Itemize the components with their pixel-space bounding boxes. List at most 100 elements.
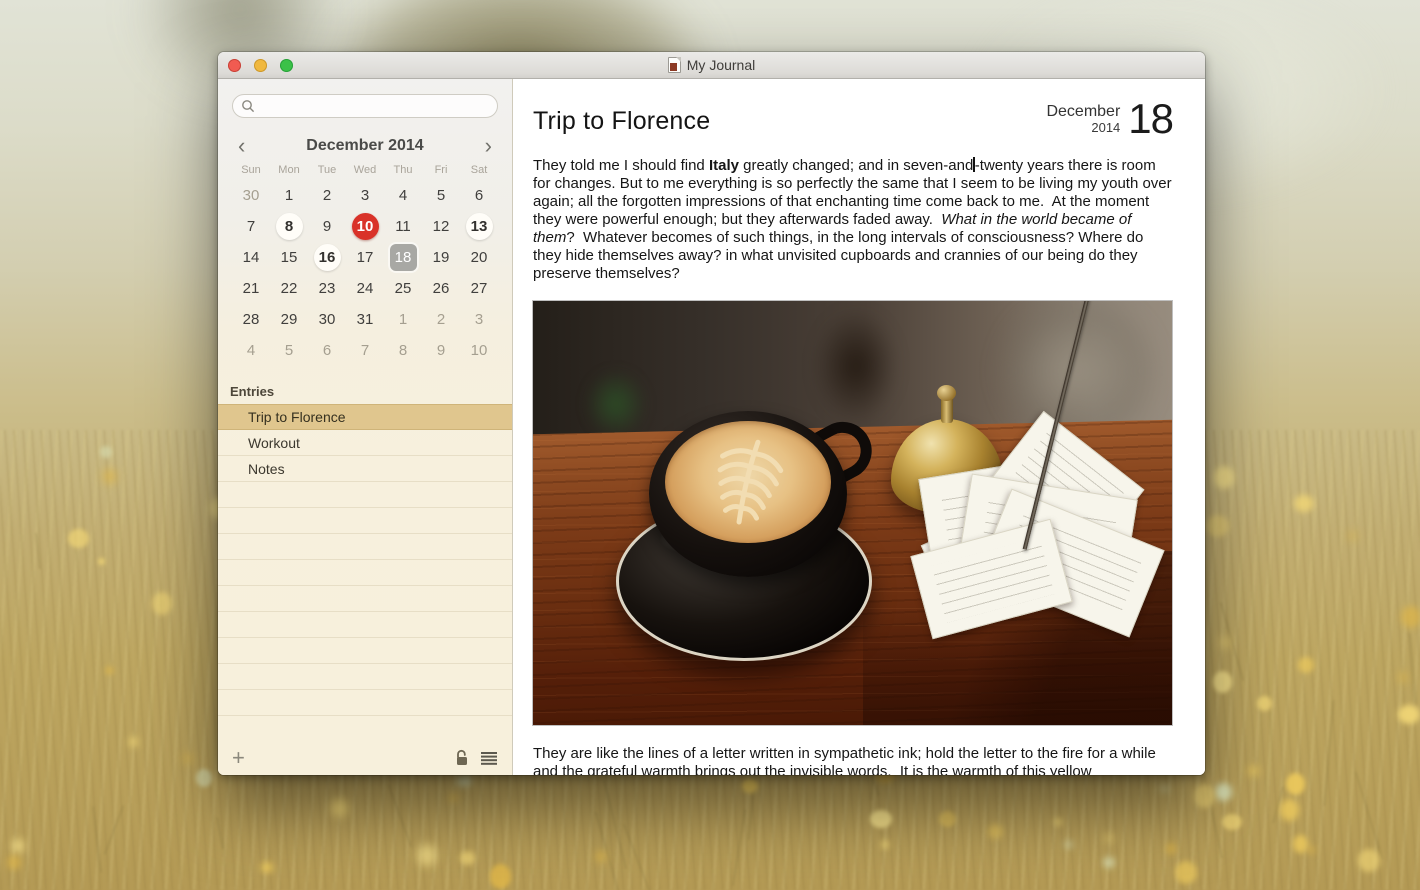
lock-unlocked-icon[interactable] [454,749,470,766]
calendar-weekday-row: Sun Mon Tue Wed Thu Fri Sat [218,164,512,176]
calendar-day-plain[interactable]: 7 [346,335,384,366]
calendar-day-number: 26 [432,280,450,297]
calendar-day-plain[interactable]: 1 [270,180,308,211]
calendar-day-plain[interactable]: 6 [308,335,346,366]
entry-date-block: December 2014 18 [1046,95,1174,142]
photo-bell-knob [937,384,956,401]
calendar-day-plain[interactable]: 29 [270,304,308,335]
calendar-day-number: 9 [436,342,446,359]
calendar-day-number: 17 [356,249,374,266]
calendar-day-plain[interactable]: 7 [232,211,270,242]
calendar-grid: 30 1 2 3 4 5 6 7 8 9 10 11 12 13 14 15 16 17 18 19 20 21 22 23 2… [218,180,512,366]
weekday-label: Thu [393,164,413,176]
weekday-label: Sun [241,164,261,176]
search-icon [242,100,255,113]
weekday-label: Fri [434,164,448,176]
calendar-day-number: 24 [356,280,374,297]
calendar-day-entry[interactable]: 13 [460,211,498,242]
entry-list-item[interactable]: Trip to Florence [218,404,512,430]
calendar-day-entry[interactable]: 8 [270,211,308,242]
calendar-day-plain[interactable]: 11 [384,211,422,242]
entry-paragraph-1[interactable]: They told me I should find Italy greatly… [533,156,1172,283]
entry-paragraph-2[interactable]: They are like the lines of a letter writ… [533,745,1172,775]
calendar-day-number: 9 [322,218,332,235]
calendar-month-label: December 2014 [306,137,424,154]
calendar-day-number: 28 [242,311,260,328]
calendar-day-plain[interactable]: 10 [460,335,498,366]
calendar-day-plain[interactable]: 6 [460,180,498,211]
calendar-day-number: 27 [470,280,488,297]
close-button[interactable] [228,58,241,72]
entry-list-item[interactable]: Notes [218,456,512,482]
journal-photo [533,300,1172,725]
calendar-day-number: 3 [360,187,370,204]
calendar-day-number: 1 [398,311,408,328]
calendar-day-plain[interactable]: 21 [232,273,270,304]
calendar-day-selected[interactable]: 18 [384,242,422,273]
calendar-day-number: 5 [436,187,446,204]
calendar-day-plain[interactable]: 26 [422,273,460,304]
calendar-day-plain[interactable]: 8 [384,335,422,366]
calendar-day-number: 7 [360,342,370,359]
search-input[interactable] [260,98,489,114]
calendar-day-plain[interactable]: 22 [270,273,308,304]
entry-date-day: 18 [1128,95,1174,142]
calendar-day-number: 8 [398,342,408,359]
calendar-day-plain[interactable]: 30 [308,304,346,335]
entry-date-year: 2014 [1091,119,1121,135]
calendar-day-plain[interactable]: 2 [422,304,460,335]
calendar-day-plain[interactable]: 9 [422,335,460,366]
calendar-day-plain[interactable]: 25 [384,273,422,304]
entry-list-item[interactable]: Workout [218,430,512,456]
search-field[interactable] [232,94,498,118]
calendar-day-plain[interactable]: 4 [232,335,270,366]
latte-art-fern-icon [717,439,784,525]
calendar-day-number: 30 [242,187,260,204]
calendar-day-number: 29 [280,311,298,328]
calendar-day-plain[interactable]: 5 [270,335,308,366]
calendar-day-plain[interactable]: 15 [270,242,308,273]
calendar-day-number: 2 [322,187,332,204]
calendar-day-plain[interactable]: 20 [460,242,498,273]
calendar-day-entry[interactable]: 16 [308,242,346,273]
calendar-day-plain[interactable]: 30 [232,180,270,211]
photo-latte-foam [665,420,831,543]
calendar-day-plain[interactable]: 28 [232,304,270,335]
calendar-day-plain[interactable]: 19 [422,242,460,273]
calendar-day-plain[interactable]: 1 [384,304,422,335]
calendar-day-plain[interactable]: 31 [346,304,384,335]
calendar-day-plain[interactable]: 12 [422,211,460,242]
calendar-day-plain[interactable]: 17 [346,242,384,273]
calendar-day-number: 1 [284,187,294,204]
calendar-day-number: 23 [318,280,336,297]
calendar-day-plain[interactable]: 9 [308,211,346,242]
calendar-day-plain[interactable]: 5 [422,180,460,211]
calendar-day-number: 15 [280,249,298,266]
calendar-day-plain[interactable]: 24 [346,273,384,304]
list-view-icon[interactable] [480,751,498,765]
calendar-day-number: 13 [465,213,493,240]
calendar-day-plain[interactable]: 2 [308,180,346,211]
calendar-day-today[interactable]: 10 [346,211,384,242]
titlebar: My Journal [218,52,1205,79]
calendar-day-number: 12 [432,218,450,235]
calendar-day-plain[interactable]: 3 [346,180,384,211]
sidebar-toolbar: + [218,740,512,775]
minimize-button[interactable] [254,58,267,72]
journal-entry-pane[interactable]: Trip to Florence December 2014 18 They t… [513,79,1205,775]
calendar-next-button[interactable]: › [485,135,492,157]
calendar-day-plain[interactable]: 14 [232,242,270,273]
add-entry-button[interactable]: + [232,746,245,768]
entry-date-month: December [1046,102,1121,120]
calendar-day-plain[interactable]: 3 [460,304,498,335]
zoom-button[interactable] [280,58,293,72]
calendar-day-number: 10 [351,213,379,240]
calendar-day-number: 20 [470,249,488,266]
calendar-day-plain[interactable]: 4 [384,180,422,211]
entries-header: Entries [218,380,512,405]
calendar-day-number: 19 [432,249,450,266]
calendar-day-plain[interactable]: 23 [308,273,346,304]
calendar-prev-button[interactable]: ‹ [238,135,245,157]
calendar-day-plain[interactable]: 27 [460,273,498,304]
calendar-day-number: 22 [280,280,298,297]
